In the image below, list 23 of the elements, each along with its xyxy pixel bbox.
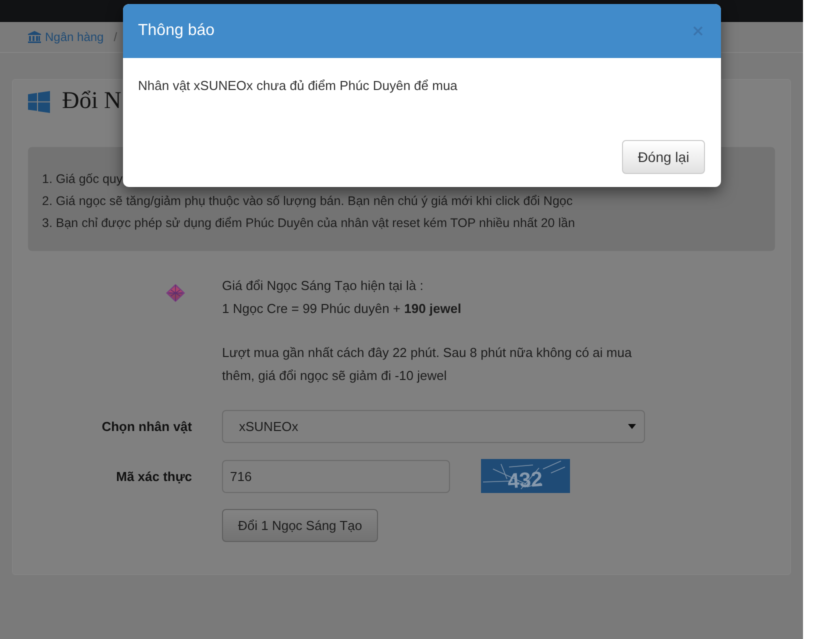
field-label: Chọn nhân vật xyxy=(102,419,192,434)
close-dialog-button[interactable]: Đóng lại xyxy=(622,140,705,174)
captcha-input[interactable]: 716 xyxy=(222,460,450,492)
bank-icon xyxy=(28,31,41,43)
info-note: 1. Giá gốc quy xyxy=(42,171,123,188)
price-note: Lượt mua gần nhất cách đây 22 phút. Sau 8 phút nữa không có ai mua thêm, giá đổi ngọc sẽ giảm đi -10 jewel xyxy=(222,344,633,385)
field-label: Mã xác thực xyxy=(116,468,192,484)
close-button[interactable] xyxy=(693,26,703,36)
price-heading: Giá đổi Ngọc Sáng Tạo hiện tại là : xyxy=(222,277,424,295)
info-note: 3. Bạn chỉ được phép sử dụng điểm Phúc Duyên của nhân vật reset kém TOP nhiều nhất 20 lần xyxy=(42,215,575,232)
price-rate: 1 Ngọc Cre = 99 Phúc duyên + 190 jewel xyxy=(222,300,462,318)
caret-down-icon xyxy=(628,424,636,429)
windows-logo-icon xyxy=(28,90,50,112)
captcha-code: 432 xyxy=(506,468,544,493)
breadcrumb-separator: / xyxy=(114,30,118,44)
dialog-message: Nhân vật xSUNEOx chưa đủ điểm Phúc Duyên để mua xyxy=(138,77,458,95)
character-select[interactable]: xSUNEOx xyxy=(222,410,645,443)
gem-icon xyxy=(166,284,185,302)
panel-title: Đổi N xyxy=(62,87,122,116)
info-note: 2. Giá ngọc sẽ tăng/giảm phụ thuộc vào số lượng bán. Bạn nên chú ý giá mới khi click đổi Ngọc xyxy=(42,193,573,210)
close-icon xyxy=(693,26,703,36)
dialog-title: Thông báo xyxy=(138,22,215,40)
exchange-button[interactable]: Đổi 1 Ngọc Sáng Tạo xyxy=(222,509,378,542)
